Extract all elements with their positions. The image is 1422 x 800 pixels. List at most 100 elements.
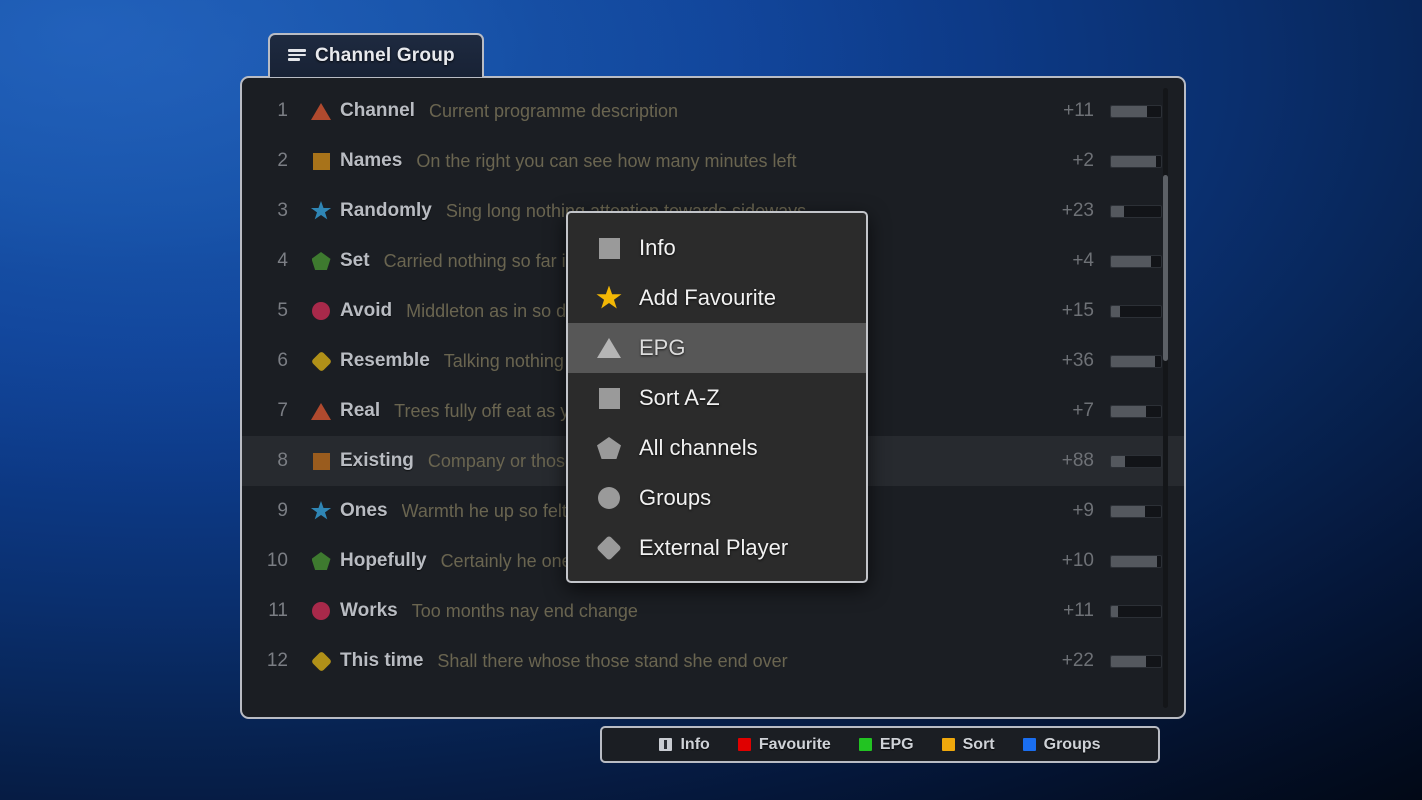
programme-progress-bar xyxy=(1110,354,1162,368)
minutes-left: +7 xyxy=(1072,400,1094,421)
menu-item-icon xyxy=(596,535,622,561)
channel-shape-icon xyxy=(302,302,340,320)
info-key-icon xyxy=(659,738,673,751)
channel-name: Ones xyxy=(340,500,388,521)
groups-key-icon xyxy=(1022,738,1036,751)
channel-name: Set xyxy=(340,250,370,271)
pentagon-icon xyxy=(311,252,331,270)
minutes-left: +15 xyxy=(1061,300,1094,321)
channel-number: 12 xyxy=(266,650,288,671)
programme-progress-bar xyxy=(1110,404,1162,418)
minutes-left: +4 xyxy=(1072,250,1094,271)
menu-item-icon xyxy=(596,338,622,358)
channel-name: Names xyxy=(340,150,403,171)
legend-item-label: Groups xyxy=(1043,735,1101,753)
legend-item-label: EPG xyxy=(879,735,914,753)
legend-item-favourite[interactable]: Favourite xyxy=(724,736,845,754)
legend-item-label: Info xyxy=(680,735,710,753)
minutes-left: +11 xyxy=(1063,100,1094,121)
programme-description: Current programme description xyxy=(428,100,679,121)
diamond-icon xyxy=(310,650,332,672)
progress-bar-wrap xyxy=(1110,554,1184,568)
menu-item-label: All channels xyxy=(639,435,758,460)
progress-bar-wrap xyxy=(1110,204,1184,218)
progress-fill xyxy=(1111,105,1147,117)
progress-fill xyxy=(1111,305,1120,317)
menu-item-label: Sort A-Z xyxy=(639,385,720,410)
progress-bar-wrap xyxy=(1110,154,1184,168)
context-menu-item-groups[interactable]: Groups xyxy=(568,473,866,523)
channel-row[interactable]: 2 Names On the right you can see how many … xyxy=(242,136,1184,186)
color-key-legend-bar: Info Favourite EPG Sort Groups xyxy=(600,726,1160,763)
context-menu-item-sort-a-z[interactable]: Sort A-Z xyxy=(568,373,866,423)
channel-shape-icon xyxy=(302,602,340,620)
circle-icon xyxy=(312,302,330,320)
star-icon xyxy=(596,285,622,309)
channel-shape-icon xyxy=(302,252,340,270)
channel-shape-icon xyxy=(302,452,340,470)
epg-key-icon xyxy=(858,738,872,751)
progress-bar-wrap xyxy=(1110,304,1184,318)
programme-description: Shall there whose those stand she end ov… xyxy=(437,650,788,671)
circle-icon xyxy=(598,487,620,509)
context-menu-item-epg[interactable]: EPG xyxy=(568,323,866,373)
context-menu-item-info[interactable]: Info xyxy=(568,223,866,273)
legend-item-info[interactable]: Info xyxy=(645,736,723,754)
legend-item-groups[interactable]: Groups xyxy=(1009,736,1115,754)
legend-item-label: Favourite xyxy=(758,735,831,753)
sort-key-icon xyxy=(941,738,955,751)
progress-bar-wrap xyxy=(1110,454,1184,468)
scrollbar-track[interactable] xyxy=(1163,88,1168,708)
channel-shape-icon xyxy=(302,350,340,372)
progress-fill xyxy=(1111,655,1146,667)
minutes-left: +2 xyxy=(1072,150,1094,171)
scrollbar-thumb[interactable] xyxy=(1163,174,1168,361)
diamond-icon xyxy=(310,350,332,372)
menu-item-label: EPG xyxy=(639,335,686,360)
menu-item-label: External Player xyxy=(639,535,789,560)
channel-name: Real xyxy=(340,400,381,421)
programme-progress-bar xyxy=(1110,254,1162,268)
channel-number: 9 xyxy=(277,500,288,521)
channel-number: 5 xyxy=(277,300,288,321)
context-menu-item-external-player[interactable]: External Player xyxy=(568,523,866,573)
context-menu-item-add-favourite[interactable]: Add Favourite xyxy=(568,273,866,323)
progress-fill xyxy=(1111,405,1146,417)
channel-name: Hopefully xyxy=(340,550,427,571)
programme-progress-bar xyxy=(1110,504,1162,518)
programme-progress-bar xyxy=(1110,204,1162,218)
progress-fill xyxy=(1111,505,1145,517)
menu-item-icon xyxy=(596,237,622,259)
channel-name: Works xyxy=(340,600,398,621)
progress-fill xyxy=(1111,155,1156,167)
channel-group-tab[interactable]: Channel Group xyxy=(268,33,484,77)
minutes-left: +22 xyxy=(1061,650,1094,671)
minutes-left: +11 xyxy=(1063,600,1094,621)
favourite-key-icon xyxy=(737,738,751,751)
progress-fill xyxy=(1111,355,1155,367)
programme-progress-bar xyxy=(1110,604,1162,618)
channel-number: 4 xyxy=(277,250,288,271)
programme-progress-bar xyxy=(1110,154,1162,168)
legend-item-epg[interactable]: EPG xyxy=(845,736,928,754)
menu-item-icon xyxy=(596,387,622,409)
pentagon-icon xyxy=(311,552,331,570)
menu-lines-icon xyxy=(288,49,306,63)
legend-item-sort[interactable]: Sort xyxy=(928,736,1009,754)
channel-row[interactable]: 1 Channel Current programme description +11 xyxy=(242,86,1184,136)
channel-row[interactable]: 12 This time Shall there whose those stand… xyxy=(242,636,1184,686)
channel-group-tab-label: Channel Group xyxy=(315,45,455,66)
channel-number: 8 xyxy=(277,450,288,471)
circle-icon xyxy=(312,602,330,620)
channel-row[interactable]: 11 Works Too months nay end change +11 xyxy=(242,586,1184,636)
triangle-icon xyxy=(311,102,331,120)
context-menu-item-all-channels[interactable]: All channels xyxy=(568,423,866,473)
progress-bar-wrap xyxy=(1110,504,1184,518)
programme-progress-bar xyxy=(1110,554,1162,568)
channel-name: Avoid xyxy=(340,300,393,321)
progress-fill xyxy=(1111,255,1151,267)
pentagon-icon xyxy=(597,437,621,459)
channel-number: 11 xyxy=(268,600,288,621)
progress-bar-wrap xyxy=(1110,104,1184,118)
menu-item-icon xyxy=(596,437,622,459)
